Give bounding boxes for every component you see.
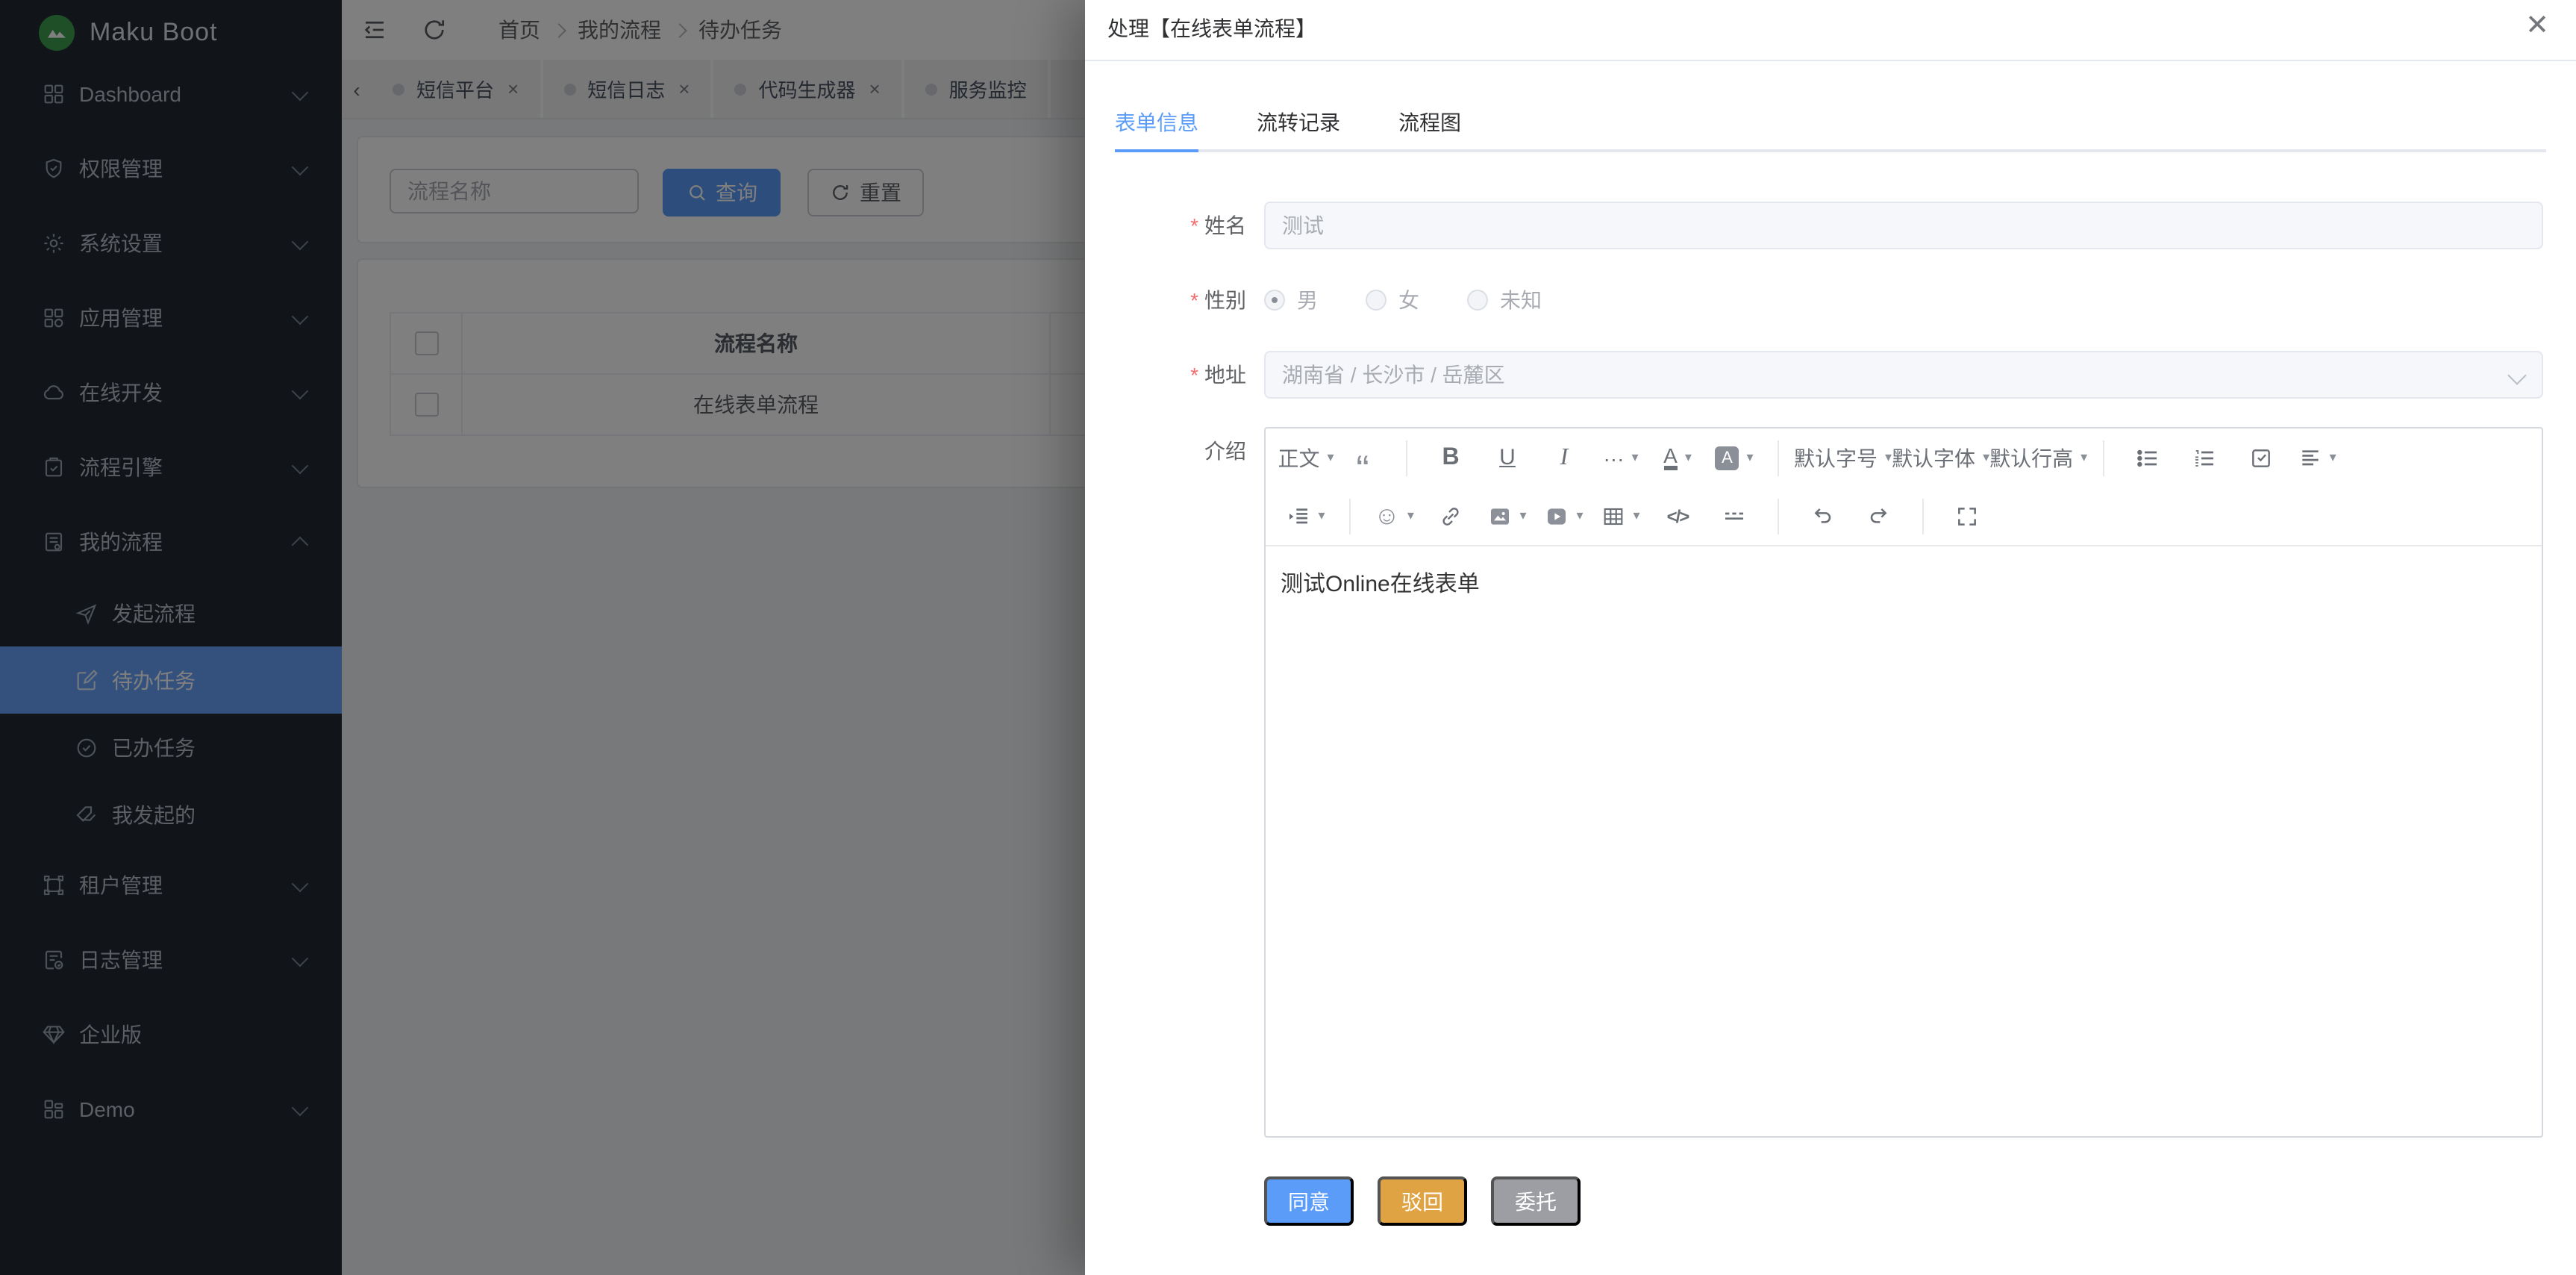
undo-icon[interactable] xyxy=(1794,495,1851,537)
drawer-actions: 同意 驳回 委托 xyxy=(1264,1176,1581,1226)
toolbar-divider xyxy=(1349,498,1351,534)
radio-unknown[interactable]: 未知 xyxy=(1467,285,1542,315)
tab-flow-diagram[interactable]: 流程图 xyxy=(1398,93,1461,152)
table-dropdown[interactable] xyxy=(1592,495,1649,537)
divider-line-icon[interactable] xyxy=(1706,495,1763,537)
editor-content[interactable]: 测试Online在线表单 xyxy=(1266,546,2542,1136)
radio-label: 未知 xyxy=(1500,285,1542,315)
todo-list-icon[interactable] xyxy=(2232,437,2289,478)
tab-form-info[interactable]: 表单信息 xyxy=(1115,93,1198,152)
gender-label: 性别 xyxy=(1085,276,1264,324)
radio-icon xyxy=(1264,290,1285,311)
radio-male[interactable]: 男 xyxy=(1264,285,1318,315)
app-window: Maku Boot Dashboard 权限管理 系统设置 应用管理 在线开发 xyxy=(0,0,2576,1275)
drawer-tabs: 表单信息 流转记录 流程图 xyxy=(1115,93,2546,152)
toolbar-divider xyxy=(1778,440,1779,476)
radio-icon xyxy=(1366,290,1387,311)
delegate-button[interactable]: 委托 xyxy=(1491,1176,1581,1226)
address-label: 地址 xyxy=(1085,351,1264,399)
drawer-header: 处理【在线表单流程】 ✕ xyxy=(1085,0,2576,61)
address-select[interactable]: 湖南省 / 长沙市 / 岳麓区 xyxy=(1264,351,2543,399)
font-size-dropdown[interactable]: 默认字号 xyxy=(1794,437,1892,478)
reject-button[interactable]: 驳回 xyxy=(1378,1176,1467,1226)
underline-icon[interactable]: U xyxy=(1479,437,1536,478)
font-family-dropdown[interactable]: 默认字体 xyxy=(1892,437,1989,478)
intro-label: 介绍 xyxy=(1085,437,1264,464)
tab-flow-records[interactable]: 流转记录 xyxy=(1257,93,1340,152)
redo-icon[interactable] xyxy=(1851,495,1907,537)
gender-radio-group: 男 女 未知 xyxy=(1264,276,2543,324)
toolbar-divider xyxy=(1406,440,1407,476)
toolbar-divider xyxy=(1922,498,1924,534)
active-tab-underline xyxy=(1115,149,1198,152)
approve-button[interactable]: 同意 xyxy=(1264,1176,1354,1226)
toolbar-divider xyxy=(1778,498,1779,534)
bg-color-dropdown[interactable]: A xyxy=(1706,437,1763,478)
close-drawer-icon[interactable]: ✕ xyxy=(2522,12,2552,42)
process-drawer: 处理【在线表单流程】 ✕ 表单信息 流转记录 流程图 姓名 测试 性别 男 女 … xyxy=(1085,0,2576,1275)
form-row-name: 姓名 测试 xyxy=(1085,202,2543,249)
numbered-list-icon[interactable] xyxy=(2175,437,2232,478)
rich-text-editor: 正文 “ B U I ··· A A 默认字号 默认字体 默认行高 xyxy=(1264,427,2543,1138)
editor-toolbar-row-2: ☺ </> xyxy=(1266,487,2542,546)
radio-label: 男 xyxy=(1297,285,1318,315)
blockquote-icon[interactable]: “ xyxy=(1334,437,1391,478)
video-dropdown[interactable] xyxy=(1536,495,1592,537)
font-color-dropdown[interactable]: A xyxy=(1649,437,1706,478)
link-icon[interactable] xyxy=(1422,495,1479,537)
editor-toolbar-row-1: 正文 “ B U I ··· A A 默认字号 默认字体 默认行高 xyxy=(1266,428,2542,487)
radio-icon xyxy=(1467,290,1488,311)
code-block-icon[interactable]: </> xyxy=(1649,495,1706,537)
italic-icon[interactable]: I xyxy=(1536,437,1592,478)
align-dropdown[interactable] xyxy=(2289,437,2345,478)
radio-female[interactable]: 女 xyxy=(1366,285,1419,315)
emoji-dropdown[interactable]: ☺ xyxy=(1366,495,1422,537)
form-row-address: 地址 湖南省 / 长沙市 / 岳麓区 xyxy=(1085,351,2543,399)
drawer-title: 处理【在线表单流程】 xyxy=(1107,13,1316,43)
radio-label: 女 xyxy=(1398,285,1419,315)
bold-icon[interactable]: B xyxy=(1422,437,1479,478)
tab-track xyxy=(1115,149,2546,152)
bullet-list-icon[interactable] xyxy=(2119,437,2175,478)
more-styles-dropdown[interactable]: ··· xyxy=(1592,437,1649,478)
line-height-dropdown[interactable]: 默认行高 xyxy=(1989,437,2087,478)
fullscreen-icon[interactable] xyxy=(1939,495,1995,537)
indent-dropdown[interactable] xyxy=(1278,495,1334,537)
image-dropdown[interactable] xyxy=(1479,495,1536,537)
toolbar-divider xyxy=(2102,440,2104,476)
paragraph-style-dropdown[interactable]: 正文 xyxy=(1278,437,1334,478)
name-label: 姓名 xyxy=(1085,202,1264,249)
form-row-gender: 性别 男 女 未知 xyxy=(1085,276,2543,324)
name-input[interactable]: 测试 xyxy=(1264,202,2543,249)
